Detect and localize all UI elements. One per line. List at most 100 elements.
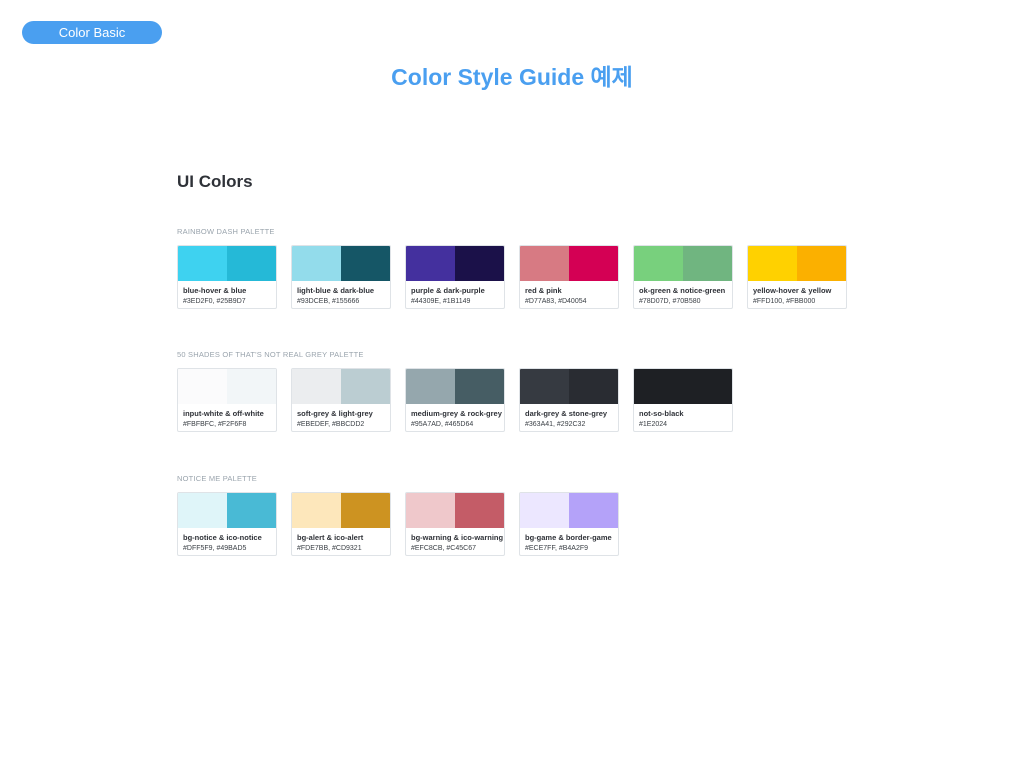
swatch-hex: #EBEDEF, #BBCDD2 xyxy=(297,421,365,428)
color-swatch-card: yellow-hover & yellow #FFD100, #FBB000 xyxy=(747,245,847,309)
swatch-name: soft-grey & light-grey xyxy=(297,409,373,418)
color-chip xyxy=(227,369,276,404)
swatch-name: light-blue & dark-blue xyxy=(297,286,375,295)
palette-1: 50 SHADES OF THAT'S NOT REAL GREY PALETT… xyxy=(177,350,877,432)
palette-label: NOTICE ME PALETTE xyxy=(177,474,257,483)
color-chip xyxy=(406,246,455,281)
page: Color Basic Color Style Guide 예제 UI Colo… xyxy=(0,0,1024,768)
color-swatch-card: blue-hover & blue #3ED2F0, #25B9D7 xyxy=(177,245,277,309)
color-swatch xyxy=(520,493,618,528)
color-chip xyxy=(748,246,797,281)
color-chip xyxy=(569,369,618,404)
color-chip xyxy=(455,369,504,404)
color-swatch-card: light-blue & dark-blue #93DCEB, #155666 xyxy=(291,245,391,309)
swatch-hex: #EFC8CB, #C45C67 xyxy=(411,545,476,552)
color-swatch-card: dark-grey & stone-grey #363A41, #292C32 xyxy=(519,368,619,432)
swatch-hex: #93DCEB, #155666 xyxy=(297,298,360,305)
swatch-name: red & pink xyxy=(525,286,562,295)
color-chip xyxy=(406,369,455,404)
ui-colors-section: UI Colors RAINBOW DASH PALETTE blue-hover… xyxy=(177,171,877,556)
color-swatch-card: medium-grey & rock-grey #95A7AD, #465D64 xyxy=(405,368,505,432)
swatch-name: input-white & off-white xyxy=(183,409,264,418)
swatch-hex: #3ED2F0, #25B9D7 xyxy=(183,298,246,305)
palette-label: 50 SHADES OF THAT'S NOT REAL GREY PALETT… xyxy=(177,350,364,359)
swatch-name: medium-grey & rock-grey xyxy=(411,409,502,418)
swatch-hex: #FBFBFC, #F2F6F8 xyxy=(183,421,247,428)
color-chip xyxy=(341,246,390,281)
color-chip xyxy=(569,493,618,528)
color-swatch-card: soft-grey & light-grey #EBEDEF, #BBCDD2 xyxy=(291,368,391,432)
swatch-name: not-so-black xyxy=(639,409,684,418)
swatch-name: yellow-hover & yellow xyxy=(753,286,832,295)
page-title: Color Style Guide 예제 xyxy=(391,64,633,90)
swatch-name: bg-notice & ico-notice xyxy=(183,533,262,542)
palette-0: RAINBOW DASH PALETTE blue-hover & blue #3E… xyxy=(177,227,877,309)
color-chip xyxy=(227,493,276,528)
color-swatch xyxy=(634,246,732,281)
swatch-row: bg-notice & ico-notice #DFF5F9, #49BAD5 bg… xyxy=(177,492,877,556)
color-chip xyxy=(797,246,846,281)
swatch-name: bg-alert & ico-alert xyxy=(297,533,364,542)
color-chip xyxy=(569,246,618,281)
color-swatch-card: bg-notice & ico-notice #DFF5F9, #49BAD5 xyxy=(177,492,277,556)
palette-label: RAINBOW DASH PALETTE xyxy=(177,227,275,236)
color-swatch xyxy=(292,246,390,281)
color-chip xyxy=(341,493,390,528)
color-chip xyxy=(178,369,227,404)
color-swatch xyxy=(178,246,276,281)
color-swatch-card: bg-alert & ico-alert #FDE7BB, #CD9321 xyxy=(291,492,391,556)
swatch-name: ok-green & notice-green xyxy=(639,286,726,295)
color-swatch-card: bg-warning & ico-warning #EFC8CB, #C45C67 xyxy=(405,492,505,556)
color-basic-tag: Color Basic xyxy=(22,21,162,44)
swatch-name: bg-warning & ico-warning xyxy=(411,533,504,542)
swatch-hex: #D77A83, #D40054 xyxy=(525,298,587,305)
color-swatch xyxy=(406,493,504,528)
palette-2: NOTICE ME PALETTE bg-notice & ico-notice #… xyxy=(177,474,877,556)
section-title: UI Colors xyxy=(177,172,253,191)
color-swatch xyxy=(406,369,504,404)
color-chip xyxy=(634,246,683,281)
color-chip xyxy=(406,493,455,528)
swatch-hex: #78D07D, #70B580 xyxy=(639,298,701,305)
color-chip xyxy=(292,493,341,528)
swatch-name: bg-game & border-game xyxy=(525,533,612,542)
color-chip xyxy=(455,246,504,281)
color-chip xyxy=(227,246,276,281)
color-swatch xyxy=(520,246,618,281)
color-swatch xyxy=(748,246,846,281)
color-swatch xyxy=(634,369,732,404)
color-chip xyxy=(178,493,227,528)
color-swatch-card: purple & dark-purple #44309E, #1B1149 xyxy=(405,245,505,309)
swatch-row: blue-hover & blue #3ED2F0, #25B9D7 light-b… xyxy=(177,245,877,309)
color-swatch xyxy=(292,493,390,528)
color-swatch xyxy=(406,246,504,281)
swatch-hex: #DFF5F9, #49BAD5 xyxy=(183,545,247,552)
color-chip xyxy=(683,246,732,281)
color-chip xyxy=(292,246,341,281)
color-chip xyxy=(520,369,569,404)
swatch-name: purple & dark-purple xyxy=(411,286,485,295)
swatch-hex: #ECE7FF, #B4A2F9 xyxy=(525,545,589,552)
color-chip xyxy=(520,246,569,281)
color-swatch-card: red & pink #D77A83, #D40054 xyxy=(519,245,619,309)
swatch-hex: #FDE7BB, #CD9321 xyxy=(297,545,362,552)
color-swatch-card: input-white & off-white #FBFBFC, #F2F6F8 xyxy=(177,368,277,432)
swatch-hex: #FFD100, #FBB000 xyxy=(753,298,816,305)
color-swatch-card: ok-green & notice-green #78D07D, #70B580 xyxy=(633,245,733,309)
color-swatch xyxy=(520,369,618,404)
color-chip xyxy=(455,493,504,528)
swatch-hex: #44309E, #1B1149 xyxy=(411,298,471,305)
color-swatch xyxy=(292,369,390,404)
swatch-hex: #1E2024 xyxy=(639,421,668,428)
color-swatch xyxy=(178,493,276,528)
swatch-name: blue-hover & blue xyxy=(183,286,247,295)
color-chip xyxy=(341,369,390,404)
swatch-row: input-white & off-white #FBFBFC, #F2F6F8 s… xyxy=(177,368,877,432)
color-swatch-card: not-so-black #1E2024 xyxy=(633,368,733,432)
swatch-hex: #95A7AD, #465D64 xyxy=(411,421,474,428)
color-swatch xyxy=(178,369,276,404)
color-chip xyxy=(634,369,732,404)
swatch-name: dark-grey & stone-grey xyxy=(525,409,608,418)
color-swatch-card: bg-game & border-game #ECE7FF, #B4A2F9 xyxy=(519,492,619,556)
swatch-hex: #363A41, #292C32 xyxy=(525,421,586,428)
